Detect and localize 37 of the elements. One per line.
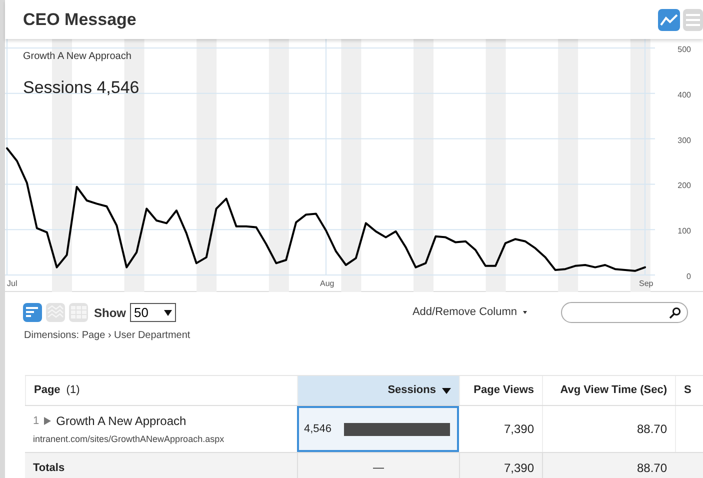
- page-url: intranent.com/sites/GrowthANewApproach.aspx: [33, 432, 226, 446]
- line-chart-icon[interactable]: [658, 8, 680, 31]
- y-axis-label: 0: [686, 272, 691, 282]
- search-field[interactable]: [561, 302, 688, 324]
- x-axis-label: Sep: [639, 279, 654, 288]
- x-axis-label: Aug: [320, 279, 334, 288]
- page-title: CEO Message: [23, 8, 136, 31]
- show-label: Show: [94, 304, 126, 322]
- dimensions-text: Dimensions: Page › User Department: [23, 329, 192, 344]
- page-title-cell-text: Growth A New Approach: [56, 412, 186, 430]
- chart-subtitle: Growth A New Approach: [23, 50, 132, 64]
- sessions-cell-text: 4,546: [304, 422, 332, 437]
- totals-label: Totals: [32, 460, 66, 476]
- avg-view-time-total: 88.70: [542, 453, 675, 478]
- grid-icon[interactable]: [69, 303, 88, 322]
- list-icon[interactable]: [683, 8, 703, 31]
- avg-view-time-cell: 88.70: [542, 406, 675, 452]
- y-axis-label: 400: [678, 90, 691, 100]
- chart-metric: Sessions 4,546: [23, 77, 140, 100]
- caret-icon: [523, 311, 527, 314]
- sort-descending-icon: [442, 388, 451, 394]
- y-axis-label: 500: [678, 45, 691, 54]
- row-number: 1: [33, 414, 40, 429]
- page-views-total: 7,390: [459, 453, 542, 478]
- sessions-total: —: [297, 453, 459, 478]
- expand-icon[interactable]: [44, 416, 52, 425]
- y-axis-label: 300: [678, 136, 691, 145]
- search-icon: [669, 306, 681, 319]
- y-axis-label: 100: [678, 226, 691, 236]
- bar-list-icon[interactable]: [23, 303, 42, 322]
- page-views-cell-text: 7,390: [502, 421, 535, 438]
- rows-dropdown[interactable]: 50: [130, 303, 176, 322]
- caret-icon: [164, 310, 172, 316]
- column-header[interactable]: Sessions: [297, 376, 459, 406]
- add-remove-column-button[interactable]: Add/Remove Column: [412, 304, 527, 321]
- x-axis-label: Jul: [7, 279, 18, 288]
- y-axis-label: 200: [678, 181, 691, 190]
